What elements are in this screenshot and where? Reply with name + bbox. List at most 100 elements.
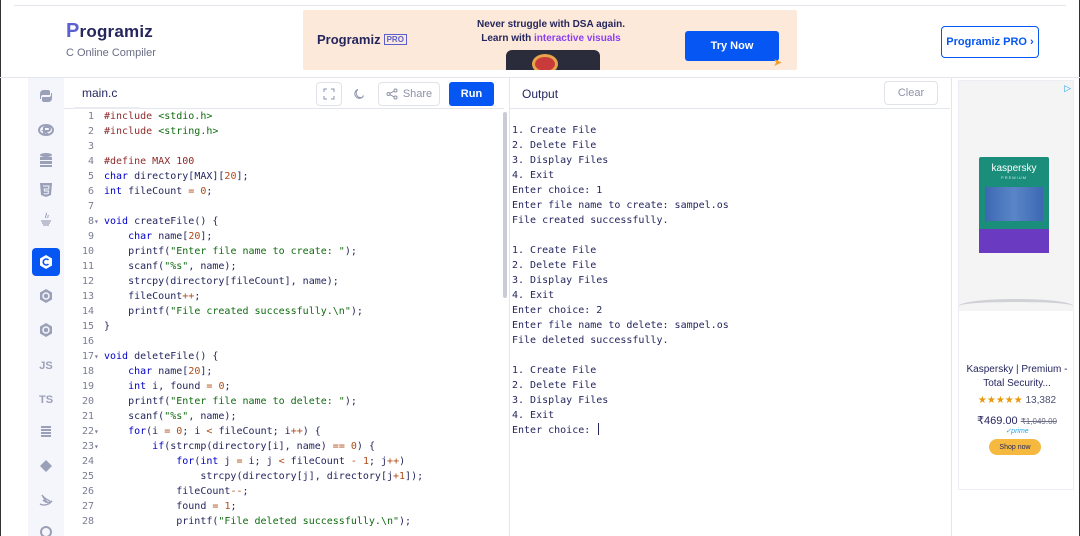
theme-toggle-button[interactable]	[346, 82, 372, 106]
sidebar-item-ts[interactable]: TS	[32, 386, 60, 414]
code-line: 28 printf("File deleted successfully.\n"…	[64, 514, 504, 529]
banner-subline: Learn with interactive visuals	[453, 32, 649, 46]
programiz-pro-button[interactable]: Programiz PRO ›	[941, 26, 1039, 58]
code-line: 8 ▾ void createFile() {	[64, 214, 504, 229]
language-sidebar: JS TS	[28, 78, 64, 536]
share-icon	[386, 88, 398, 100]
clear-button[interactable]: Clear	[884, 81, 938, 105]
banner-subline-prefix: Learn with	[481, 33, 535, 44]
share-button[interactable]: Share	[378, 82, 440, 106]
code-text: if(strcmp(directory[i], name) == 0) {	[152, 441, 375, 452]
sidebar-item-python[interactable]	[32, 82, 60, 110]
ad-curve-divider	[959, 299, 1073, 313]
fold-arrow-icon[interactable]: ▾	[94, 424, 102, 439]
sidebar-item-cpp[interactable]	[32, 282, 60, 310]
code-line: 15}	[64, 319, 504, 334]
sidebar-item-sql[interactable]	[32, 146, 60, 174]
promo-banner[interactable]: Programiz PRO Never struggle with DSA aga…	[303, 10, 797, 70]
php-icon	[40, 460, 52, 472]
ad-image-area: ▷ kaspersky PREMIUM	[959, 81, 1073, 311]
sidebar-item-csharp[interactable]	[32, 316, 60, 344]
line-number: 16	[81, 336, 94, 347]
programiz-logo[interactable]: Programiz C Online Compiler	[66, 20, 156, 59]
output-line: 3. Display Files	[512, 275, 609, 286]
html-icon	[40, 183, 52, 197]
sidebar-item-swift[interactable]	[32, 486, 60, 514]
code-text: char directory[MAX][20];	[104, 171, 249, 182]
fold-arrow-icon[interactable]: ▾	[94, 214, 102, 229]
sidebar-item-java[interactable]	[32, 206, 60, 234]
editor-scrollbar[interactable]	[503, 112, 507, 298]
sidebar-item-php[interactable]	[32, 452, 60, 480]
line-number: 2	[87, 126, 94, 137]
sidebar-item-js[interactable]: JS	[32, 352, 60, 380]
code-editor[interactable]: 1 #include <stdio.h> 2 #include <string.h> 3…	[64, 109, 504, 536]
java-icon	[41, 212, 51, 226]
code-line: 10 printf("Enter file name to create: ")…	[64, 244, 504, 259]
code-line: 21 scanf("%s", name);	[64, 409, 504, 424]
line-number: 25	[81, 471, 94, 482]
line-number: 15	[81, 321, 94, 332]
output-line: File created successfully.	[512, 215, 669, 226]
product-photo	[985, 187, 1043, 221]
code-line: 2 #include <string.h>	[64, 124, 504, 139]
line-number: 5	[87, 171, 94, 182]
output-title: Output	[522, 86, 559, 101]
code-text: for(int j = i; j < fileCount - 1; j++)	[176, 456, 406, 467]
try-now-button[interactable]: Try Now	[685, 31, 779, 61]
sidebar-item-html[interactable]	[32, 176, 60, 204]
output-line: 2. Delete File	[512, 260, 597, 271]
output-line: Enter choice:	[512, 423, 600, 438]
fold-arrow-icon[interactable]: ▾	[94, 439, 102, 454]
code-line: 25 strcpy(directory[j], directory[j+1]);	[64, 469, 504, 484]
cursor-arrow-icon: ➤	[773, 57, 783, 69]
product-image: kaspersky PREMIUM	[979, 157, 1049, 253]
code-text: scanf("%s", name);	[104, 261, 237, 272]
sidebar-item-rust[interactable]	[32, 518, 60, 536]
code-line: 26 fileCount--;	[64, 484, 504, 499]
code-text: int fileCount = 0;	[104, 186, 213, 197]
tab-main-c[interactable]: main.c	[74, 78, 140, 109]
ad-card[interactable]: ▷ kaspersky PREMIUM Kaspersky | Premium …	[958, 80, 1074, 490]
fold-arrow-icon[interactable]: ▾	[94, 349, 102, 364]
output-line: 4. Exit	[512, 410, 555, 421]
csharp-icon	[40, 323, 52, 337]
js-icon: JS	[39, 360, 53, 372]
panel-divider[interactable]	[509, 78, 510, 536]
ts-icon: TS	[38, 394, 54, 406]
sidebar-item-go[interactable]	[32, 418, 60, 446]
ad-product-title[interactable]: Kaspersky | Premium - Total Security...	[961, 363, 1073, 391]
editor-toolbar: main.c Share Run	[64, 78, 504, 109]
code-line: 3	[64, 139, 504, 154]
banner-device-image	[506, 50, 600, 70]
product-edition: PREMIUM	[1001, 175, 1027, 180]
output-console[interactable]: 1. Create File 2. Delete File 3. Display F…	[512, 123, 948, 536]
banner-logo-text: Programiz	[317, 32, 381, 47]
line-number: 14	[81, 306, 94, 317]
line-number: 4	[87, 156, 94, 167]
code-line: 6 int fileCount = 0;	[64, 184, 504, 199]
code-text: printf("File created successfully.\n");	[104, 306, 363, 317]
code-line: 24 for(int j = i; j < fileCount - 1; j++…	[64, 454, 504, 469]
line-number: 7	[87, 201, 94, 212]
c-icon	[40, 255, 52, 269]
moon-icon	[354, 89, 364, 99]
code-line: 17 ▾ void deleteFile() {	[64, 349, 504, 364]
banner-device-graphic	[532, 54, 558, 70]
run-button[interactable]: Run	[449, 82, 494, 106]
logo-subtitle: C Online Compiler	[66, 47, 156, 59]
output-line: Enter file name to delete: sampel.os	[512, 320, 729, 331]
sql-icon	[40, 153, 52, 167]
sidebar-item-c[interactable]	[32, 248, 60, 276]
line-number: 10	[81, 246, 94, 257]
line-number: 1	[87, 111, 94, 122]
adchoices-icon[interactable]: ▷	[1064, 83, 1071, 94]
output-line: 3. Display Files	[512, 395, 609, 406]
fullscreen-button[interactable]	[316, 82, 342, 106]
sidebar-item-r[interactable]	[32, 116, 60, 144]
line-number: 26	[81, 486, 94, 497]
shop-now-button[interactable]: Shop now	[989, 439, 1041, 455]
price-original: ₹1,049.00	[1020, 417, 1057, 426]
code-text: fileCount++;	[104, 291, 201, 302]
swift-icon	[39, 494, 53, 506]
